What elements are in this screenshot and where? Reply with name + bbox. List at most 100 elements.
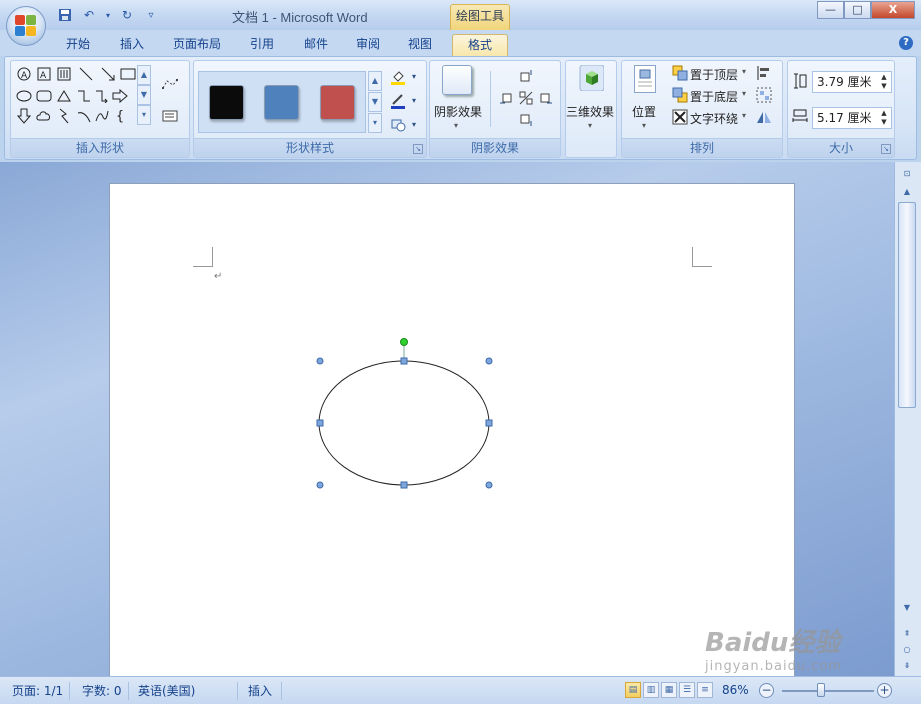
document-page[interactable]: ↵ bbox=[109, 183, 795, 676]
next-page-icon[interactable]: ⇟ bbox=[898, 658, 916, 674]
3d-effects-button[interactable]: 三维效果 bbox=[566, 103, 614, 120]
textbox-icon[interactable]: A bbox=[35, 65, 53, 83]
outline-pen-icon[interactable] bbox=[390, 93, 406, 109]
fill-dropdown-icon[interactable]: ▾ bbox=[406, 69, 422, 85]
nudge-shadow-down-icon[interactable] bbox=[518, 113, 534, 129]
arrow-line-shape-icon[interactable] bbox=[99, 65, 117, 83]
change-shape-icon[interactable] bbox=[390, 117, 406, 133]
style-gallery-up-icon[interactable]: ▲ bbox=[368, 71, 382, 91]
brace-shape-icon[interactable]: { bbox=[111, 107, 129, 125]
help-icon[interactable]: ? bbox=[899, 36, 913, 50]
save-icon[interactable] bbox=[56, 6, 74, 24]
shape-styles-launcher-icon[interactable]: ↘ bbox=[413, 144, 423, 154]
nudge-shadow-left-icon[interactable] bbox=[498, 91, 514, 107]
arc-shape-icon[interactable] bbox=[75, 107, 93, 125]
web-layout-view-icon[interactable]: ▦ bbox=[661, 682, 677, 698]
redo-icon[interactable]: ↻ bbox=[118, 6, 136, 24]
align-icon[interactable] bbox=[756, 65, 772, 81]
shadow-toggle-icon[interactable] bbox=[518, 91, 534, 107]
shape-width-input[interactable]: 5.17 厘米 ▲ ▼ bbox=[812, 107, 892, 129]
style-swatch-blue[interactable] bbox=[264, 85, 299, 120]
height-spinner-icon[interactable]: ▲ ▼ bbox=[879, 73, 889, 91]
ruler-toggle-icon[interactable]: ⊡ bbox=[898, 166, 916, 182]
nudge-shadow-right-icon[interactable] bbox=[538, 91, 554, 107]
tab-mailings[interactable]: 邮件 bbox=[296, 34, 336, 56]
position-button[interactable]: 位置 bbox=[632, 103, 656, 120]
right-arrow-shape-icon[interactable] bbox=[111, 87, 129, 105]
zoom-in-icon[interactable]: + bbox=[877, 683, 892, 698]
triangle-shape-icon[interactable] bbox=[55, 87, 73, 105]
resize-handle-top-left[interactable] bbox=[316, 357, 324, 365]
freeform-curve-icon[interactable] bbox=[93, 107, 111, 125]
vertical-textbox-icon[interactable] bbox=[55, 65, 73, 83]
3d-dropdown-icon[interactable]: ▾ bbox=[588, 121, 592, 130]
lightning-shape-icon[interactable] bbox=[55, 107, 73, 125]
style-gallery-down-icon[interactable]: ▼ bbox=[368, 92, 382, 112]
edit-shape-icon[interactable] bbox=[161, 75, 179, 93]
tab-view[interactable]: 视图 bbox=[400, 34, 440, 56]
tab-format[interactable]: 格式 bbox=[452, 34, 508, 56]
resize-handle-top-right[interactable] bbox=[485, 357, 493, 365]
ellipse-shape[interactable] bbox=[318, 360, 490, 486]
outline-dropdown-icon[interactable]: ▾ bbox=[406, 93, 422, 109]
style-swatch-black[interactable] bbox=[209, 85, 244, 120]
undo-icon[interactable]: ↶ bbox=[80, 6, 98, 24]
print-layout-view-icon[interactable]: ▤ bbox=[625, 682, 641, 698]
textbox-shape-icon[interactable]: A bbox=[15, 65, 33, 83]
cloud-shape-icon[interactable] bbox=[35, 107, 53, 125]
zoom-out-icon[interactable]: − bbox=[759, 683, 774, 698]
resize-handle-right[interactable] bbox=[485, 419, 493, 427]
position-dropdown-icon[interactable]: ▾ bbox=[642, 121, 646, 130]
down-arrow-shape-icon[interactable] bbox=[15, 107, 33, 125]
resize-handle-top[interactable] bbox=[400, 357, 408, 365]
bring-to-front-button[interactable]: 置于顶层 bbox=[690, 66, 738, 83]
minimize-button[interactable]: — bbox=[817, 1, 844, 19]
browse-object-icon[interactable]: ○ bbox=[898, 642, 916, 658]
shape-height-input[interactable]: 3.79 厘米 ▲ ▼ bbox=[812, 71, 892, 93]
line-shape-icon[interactable] bbox=[77, 65, 95, 83]
page-count[interactable]: 页面: 1/1 bbox=[6, 682, 71, 700]
oval-shape-icon[interactable] bbox=[15, 87, 33, 105]
rotation-handle[interactable] bbox=[400, 338, 408, 346]
resize-handle-bottom-left[interactable] bbox=[316, 481, 324, 489]
previous-page-icon[interactable]: ⇞ bbox=[898, 626, 916, 642]
resize-handle-left[interactable] bbox=[316, 419, 324, 427]
gallery-more-icon[interactable]: ▾ bbox=[137, 105, 151, 125]
shadow-effects-button[interactable]: 阴影效果 bbox=[434, 103, 482, 120]
group-objects-icon[interactable] bbox=[756, 87, 772, 103]
maximize-button[interactable]: □ bbox=[844, 1, 871, 19]
size-launcher-icon[interactable]: ↘ bbox=[881, 144, 891, 154]
shadow-dropdown-icon[interactable]: ▾ bbox=[454, 121, 458, 130]
width-spinner-icon[interactable]: ▲ ▼ bbox=[879, 109, 889, 127]
language-indicator[interactable]: 英语(美国) bbox=[132, 682, 238, 700]
dropdown-arrow-icon[interactable]: ▾ bbox=[104, 6, 112, 24]
zoom-slider-thumb[interactable] bbox=[816, 683, 825, 697]
nudge-shadow-up-icon[interactable] bbox=[518, 69, 534, 85]
tab-page-layout[interactable]: 页面布局 bbox=[166, 34, 228, 56]
style-gallery-more-icon[interactable]: ▾ bbox=[368, 113, 382, 133]
scroll-down-icon[interactable]: ▼ bbox=[898, 600, 916, 616]
tab-references[interactable]: 引用 bbox=[242, 34, 282, 56]
send-to-back-dropdown-icon[interactable]: ▾ bbox=[742, 89, 746, 98]
style-swatch-red[interactable] bbox=[320, 85, 355, 120]
change-shape-dropdown-icon[interactable]: ▾ bbox=[406, 117, 422, 133]
customize-qat-icon[interactable]: ▿ bbox=[142, 6, 160, 24]
word-count[interactable]: 字数: 0 bbox=[76, 682, 129, 700]
elbow-arrow-connector-icon[interactable] bbox=[93, 87, 111, 105]
rounded-rectangle-shape-icon[interactable] bbox=[35, 87, 53, 105]
tab-home[interactable]: 开始 bbox=[58, 34, 98, 56]
gallery-scroll-down-icon[interactable]: ▼ bbox=[137, 85, 151, 105]
text-wrap-dropdown-icon[interactable]: ▾ bbox=[742, 111, 746, 120]
resize-handle-bottom-right[interactable] bbox=[485, 481, 493, 489]
bring-to-front-dropdown-icon[interactable]: ▾ bbox=[742, 67, 746, 76]
full-screen-reading-view-icon[interactable]: ▥ bbox=[643, 682, 659, 698]
scroll-up-icon[interactable]: ▲ bbox=[898, 184, 916, 200]
draft-view-icon[interactable]: ≡ bbox=[697, 682, 713, 698]
rectangle-shape-icon[interactable] bbox=[119, 65, 137, 83]
close-button[interactable]: X bbox=[871, 1, 915, 19]
text-box-link-icon[interactable] bbox=[161, 107, 179, 125]
insert-mode-indicator[interactable]: 插入 bbox=[242, 682, 282, 700]
text-wrap-button[interactable]: 文字环绕 bbox=[690, 110, 738, 127]
send-to-back-button[interactable]: 置于底层 bbox=[690, 88, 738, 105]
vertical-scrollbar[interactable]: ⊡ ▲ ▼ ⇞ ○ ⇟ bbox=[894, 162, 921, 676]
